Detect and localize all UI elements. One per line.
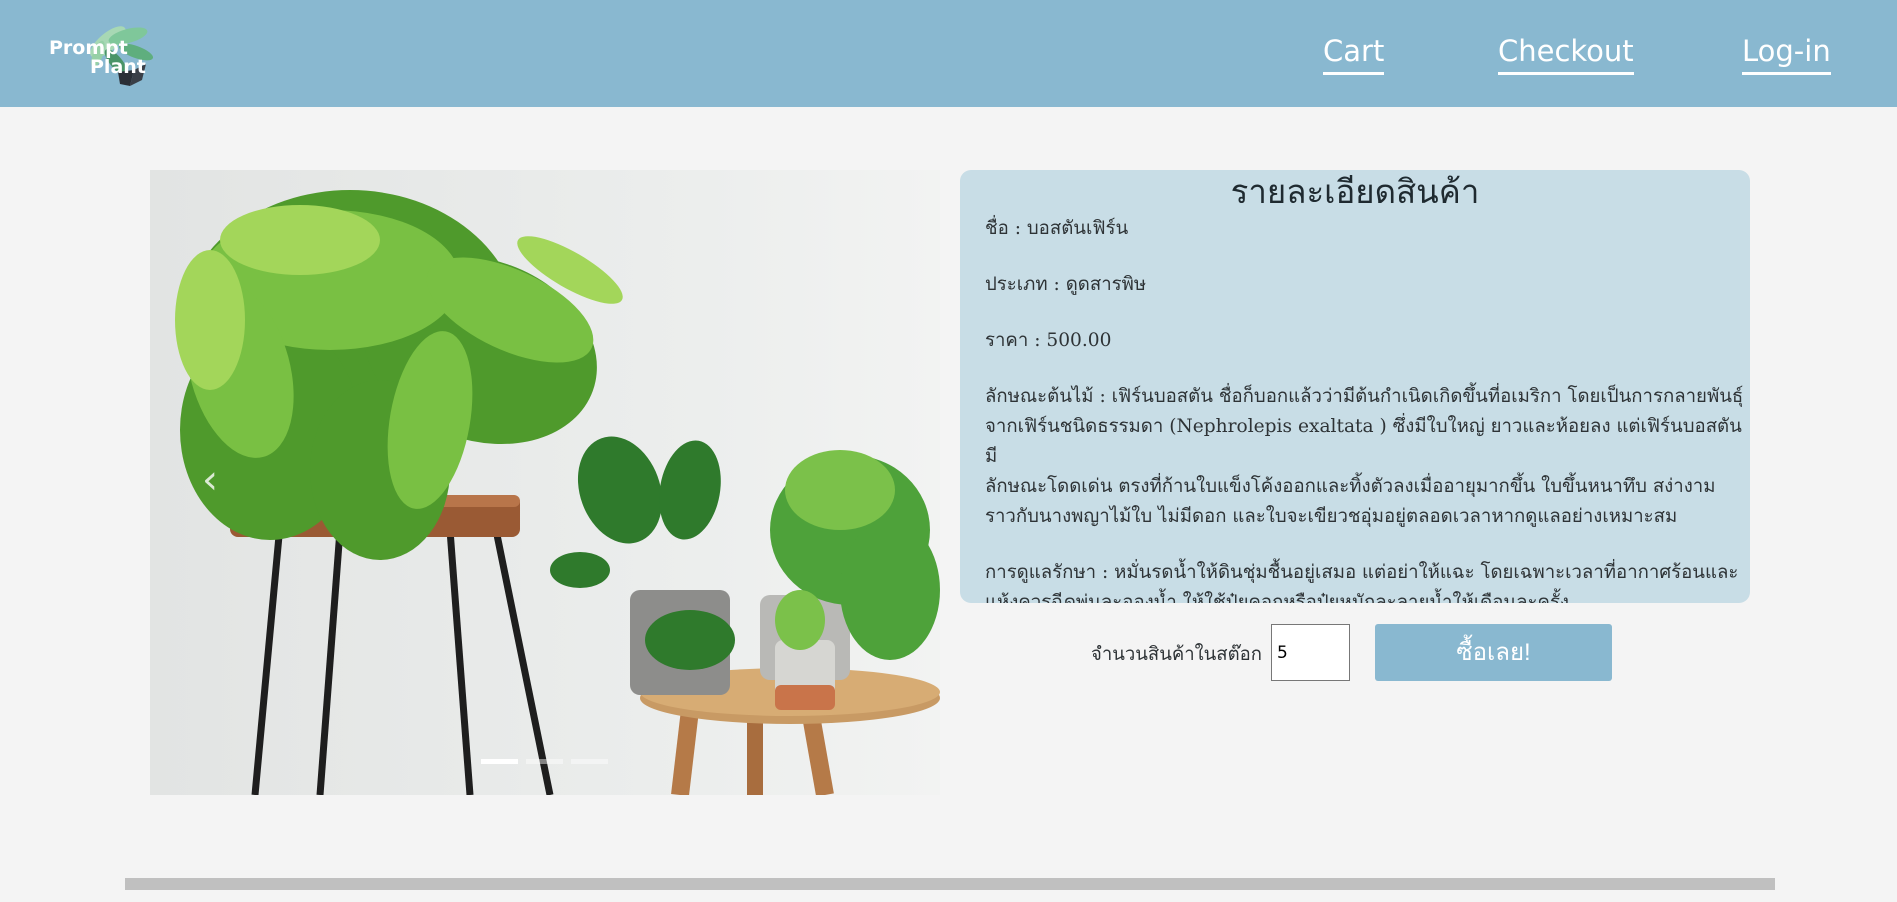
product-traits-line: ลักษณะต้นไม้ : เฟิร์นบอสตัน ชื่อก็บอกแล้… [985, 386, 1744, 407]
brand-logo[interactable]: Prompt Plant [46, 14, 168, 94]
product-care-line: การดูแลรักษา : หมั่นรดน้ำให้ดินชุ่มชื้นอ… [985, 562, 1739, 583]
carousel-indicator-3[interactable] [571, 759, 608, 764]
product-traits-line: ราวกับนางพญาไม้ใบ ไม่มีดอก และใบจะเขียวช… [985, 506, 1678, 527]
product-image-carousel[interactable]: ‹ [150, 170, 940, 795]
navbar: Prompt Plant Cart Checkout Log-in [0, 0, 1897, 107]
quantity-input[interactable] [1271, 624, 1350, 681]
nav-cart-link[interactable]: Cart [1323, 34, 1385, 75]
product-name: ชื่อ : บอสตันเฟิร์น [985, 218, 1129, 239]
product-care-line: แห้งควรฉีดพ่นละอองน้ำ ให้ใช้ปุ๋ยคอกหรือป… [985, 592, 1570, 603]
nav-login-link[interactable]: Log-in [1742, 34, 1831, 75]
product-photo [150, 170, 940, 795]
product-traits-line: ลักษณะโดดเด่น ตรงที่ก้านใบแข็งโค้งออกและ… [985, 476, 1716, 497]
product-details-panel: รายละเอียดสินค้า ชื่อ : บอสตันเฟิร์น ประ… [960, 170, 1750, 603]
product-traits-line: จากเฟิร์นชนิดธรรมดา (Nephrolepis exaltat… [985, 416, 1742, 467]
footer-bar [125, 878, 1775, 890]
nav-checkout-link[interactable]: Checkout [1498, 34, 1634, 75]
product-price: ราคา : 500.00 [985, 330, 1112, 351]
carousel-indicators [481, 759, 608, 764]
details-title: รายละเอียดสินค้า [1230, 172, 1480, 211]
stock-quantity-label: จำนวนสินค้าในสต๊อก [1091, 644, 1262, 665]
carousel-indicator-2[interactable] [526, 759, 563, 764]
carousel-prev-icon[interactable]: ‹ [190, 450, 230, 510]
carousel-indicator-1[interactable] [481, 759, 518, 764]
brand-name-line2: Plant [90, 56, 146, 78]
buy-now-button[interactable]: ซื้อเลย! [1375, 624, 1612, 681]
product-type: ประเภท : ดูดสารพิษ [985, 274, 1147, 295]
brand-name-line1: Prompt [49, 37, 128, 59]
